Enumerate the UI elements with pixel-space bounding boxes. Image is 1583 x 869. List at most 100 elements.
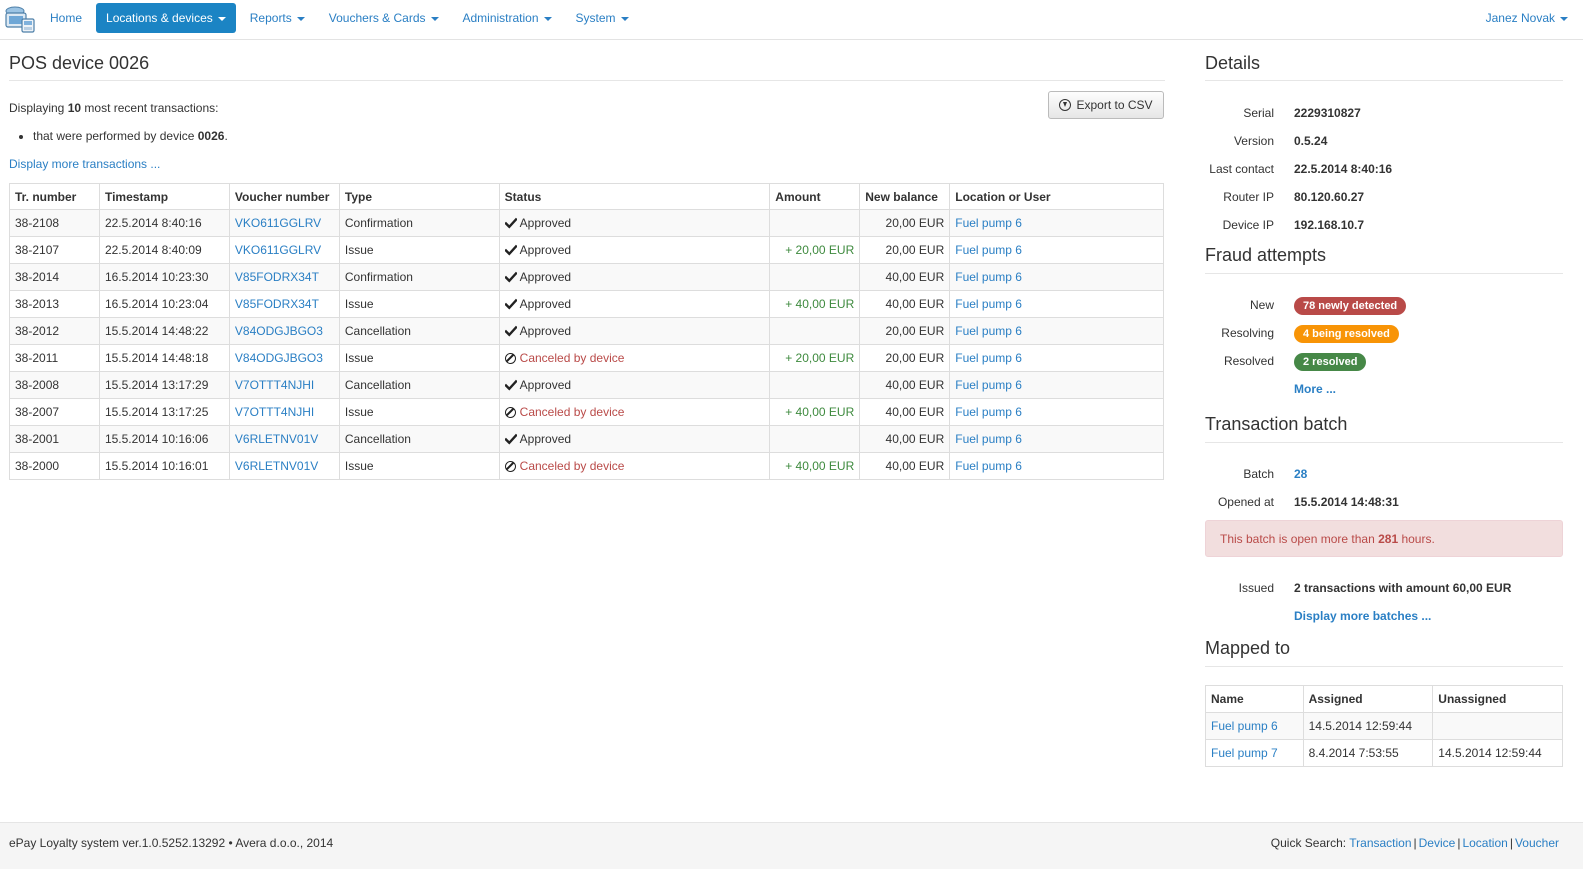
top-navbar: Home Locations & devices Reports Vouchers &… <box>0 0 1583 40</box>
user-menu[interactable]: Janez Novak <box>1486 3 1568 33</box>
location-link[interactable]: Fuel pump 6 <box>955 243 1022 257</box>
status-cell: Canceled by device <box>498 344 771 372</box>
fraud-more-link[interactable]: More ... <box>1294 375 1336 403</box>
mapped-location-link[interactable]: Fuel pump 6 <box>1211 719 1278 733</box>
nav-locations-devices[interactable]: Locations & devices <box>96 3 236 33</box>
voucher-link[interactable]: V85FODRX34T <box>235 297 319 311</box>
alert-prefix: This batch is open more than <box>1220 532 1379 546</box>
voucher-cell: V85FODRX34T <box>228 290 340 318</box>
chevron-down-icon <box>543 16 552 21</box>
fraud-resolving-row: Resolving 4 being resolved <box>1205 319 1563 347</box>
location-link[interactable]: Fuel pump 6 <box>955 324 1022 338</box>
column-header[interactable]: Unassigned <box>1432 685 1563 713</box>
batch-heading: Transaction batch <box>1205 408 1563 443</box>
location-link[interactable]: Fuel pump 6 <box>955 378 1022 392</box>
type-cell: Issue <box>338 290 500 318</box>
column-header[interactable]: New balance <box>859 183 951 210</box>
mapped-table-body: Fuel pump 6 14.5.2014 12:59:44 Fuel pump 7… <box>1205 712 1563 767</box>
transactions-table-body: 38-2108 22.5.2014 8:40:16 VKO611GGLRV Confi… <box>9 209 1164 480</box>
voucher-cell: V7OTTT4NJHI <box>228 371 340 399</box>
status-cell: Approved <box>498 290 771 318</box>
check-icon <box>504 244 517 256</box>
location-link[interactable]: Fuel pump 6 <box>955 459 1022 473</box>
nav-system[interactable]: System <box>566 3 639 33</box>
voucher-link[interactable]: VKO611GGLRV <box>235 243 321 257</box>
mapped-name-cell: Fuel pump 7 <box>1205 739 1304 767</box>
quick-search-device-link[interactable]: Device <box>1419 836 1456 850</box>
fraud-resolving-badge[interactable]: 4 being resolved <box>1294 324 1399 343</box>
column-header[interactable]: Location or User <box>949 183 1164 210</box>
summary-count: 10 <box>67 101 82 115</box>
type-cell: Issue <box>338 452 500 480</box>
column-header[interactable]: Assigned <box>1302 685 1434 713</box>
table-row: 38-2000 15.5.2014 10:16:01 V6RLETNV01V Issu… <box>9 452 1164 480</box>
type-cell: Cancellation <box>338 425 500 453</box>
voucher-link[interactable]: VKO611GGLRV <box>235 216 321 230</box>
nav-reports[interactable]: Reports <box>240 3 315 33</box>
batch-issued-row: Issued 2 transactions with amount 60,00 … <box>1205 574 1563 602</box>
column-header[interactable]: Voucher number <box>228 183 340 210</box>
table-row: 38-2011 15.5.2014 14:48:18 V84ODGJBGO3 Issu… <box>9 344 1164 372</box>
table-header-row: Tr. number Timestamp Voucher number Type Sta… <box>9 183 1164 210</box>
nav-vouchers-cards[interactable]: Vouchers & Cards <box>319 3 449 33</box>
location-link[interactable]: Fuel pump 6 <box>955 432 1022 446</box>
voucher-link[interactable]: V84ODGJBGO3 <box>235 324 323 338</box>
location-link[interactable]: Fuel pump 6 <box>955 297 1022 311</box>
column-header[interactable]: Type <box>338 183 500 210</box>
location-cell: Fuel pump 6 <box>949 263 1164 291</box>
voucher-link[interactable]: V7OTTT4NJHI <box>235 378 314 392</box>
table-row: 38-2108 22.5.2014 8:40:16 VKO611GGLRV Confi… <box>9 209 1164 237</box>
status-label: Approved <box>519 324 572 338</box>
check-icon <box>504 271 517 283</box>
quick-search-location-link[interactable]: Location <box>1462 836 1507 850</box>
status-cell: Approved <box>498 371 771 399</box>
column-header[interactable]: Amount <box>769 183 861 210</box>
page-title: POS device 0026 <box>9 40 1165 81</box>
batch-number-link[interactable]: 28 <box>1294 460 1307 488</box>
nav-system-label: System <box>575 11 616 25</box>
amount-cell: + 20,00 EUR <box>769 236 861 264</box>
status-cell: Canceled by device <box>498 452 771 480</box>
voucher-link[interactable]: V7OTTT4NJHI <box>235 405 314 419</box>
summary-suffix: most recent transactions: <box>81 101 219 115</box>
check-icon <box>504 433 517 445</box>
display-more-batches-link[interactable]: Display more batches ... <box>1294 602 1431 630</box>
balance-cell: 40,00 EUR <box>859 371 951 399</box>
display-more-transactions-link[interactable]: Display more transactions ... <box>9 157 1165 171</box>
table-row: 38-2007 15.5.2014 13:17:25 V7OTTT4NJHI Issu… <box>9 398 1164 426</box>
fraud-resolving-label: Resolving <box>1221 326 1274 340</box>
mapped-location-link[interactable]: Fuel pump 7 <box>1211 746 1278 760</box>
nav-administration[interactable]: Administration <box>453 3 562 33</box>
voucher-link[interactable]: V84ODGJBGO3 <box>235 351 323 365</box>
voucher-link[interactable]: V6RLETNV01V <box>235 459 318 473</box>
location-cell: Fuel pump 6 <box>949 452 1164 480</box>
location-link[interactable]: Fuel pump 6 <box>955 405 1022 419</box>
location-cell: Fuel pump 6 <box>949 290 1164 318</box>
location-link[interactable]: Fuel pump 6 <box>955 216 1022 230</box>
voucher-link[interactable]: V85FODRX34T <box>235 270 319 284</box>
status-label: Canceled by device <box>519 405 625 419</box>
nav-home[interactable]: Home <box>40 3 92 33</box>
user-name: Janez Novak <box>1485 11 1555 25</box>
fraud-new-badge[interactable]: 78 newly detected <box>1294 296 1407 315</box>
column-header[interactable]: Timestamp <box>98 183 230 210</box>
fraud-resolved-badge[interactable]: 2 resolved <box>1294 352 1367 371</box>
location-link[interactable]: Fuel pump 6 <box>955 270 1022 284</box>
quick-search-voucher-link[interactable]: Voucher <box>1515 836 1559 850</box>
column-header[interactable]: Status <box>498 183 771 210</box>
details-label: Device IP <box>1222 218 1274 232</box>
location-link[interactable]: Fuel pump 6 <box>955 351 1022 365</box>
column-header[interactable]: Tr. number <box>9 183 100 210</box>
nav-reports-label: Reports <box>249 11 292 25</box>
app-logo-icon[interactable] <box>2 3 36 35</box>
amount-cell <box>769 209 861 237</box>
timestamp-cell: 15.5.2014 14:48:22 <box>98 317 230 345</box>
amount-cell <box>769 371 861 399</box>
export-csv-button[interactable]: Export to CSV <box>1048 91 1164 119</box>
column-header[interactable]: Name <box>1205 685 1304 713</box>
details-list: Serial 2229310827 Version 0.5.24 Last contac… <box>1205 99 1563 239</box>
voucher-link[interactable]: V6RLETNV01V <box>235 432 318 446</box>
quick-search-transaction-link[interactable]: Transaction <box>1349 836 1411 850</box>
voucher-cell: V6RLETNV01V <box>228 452 340 480</box>
separator: | <box>1509 836 1513 850</box>
